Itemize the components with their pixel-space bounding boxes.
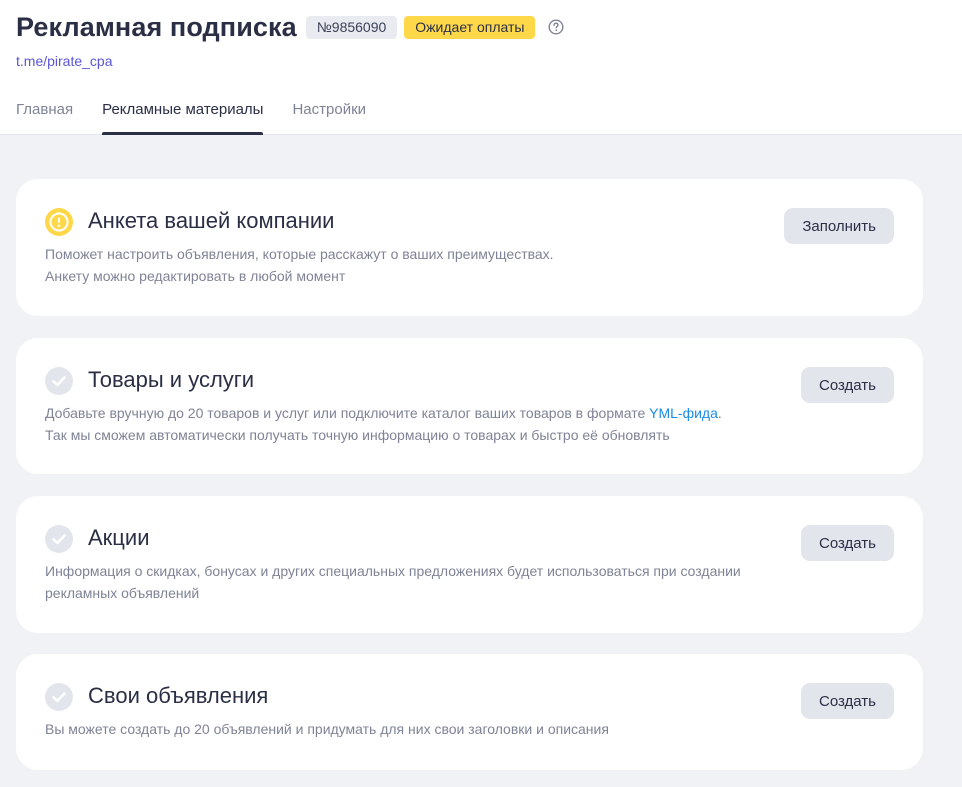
- tab-settings[interactable]: Настройки: [292, 101, 366, 135]
- tab-ad-materials[interactable]: Рекламные материалы: [102, 101, 264, 135]
- create-ads-button[interactable]: Создать: [800, 683, 894, 719]
- card-description-line: Так мы сможем автоматически получать точ…: [45, 427, 670, 443]
- card-description-line: Информация о скидках, бонусах и других с…: [45, 563, 741, 579]
- tab-main[interactable]: Главная: [16, 101, 73, 135]
- check-icon: [45, 525, 73, 553]
- card-title: Акции: [88, 525, 150, 550]
- card-description: Вы можете создать до 20 объявлений и при…: [45, 718, 785, 740]
- card-description-line: Поможет настроить объявления, которые ра…: [45, 246, 554, 262]
- title-row: Рекламная подписка №9856090 Ожидает опла…: [16, 10, 564, 44]
- page-header: Рекламная подписка №9856090 Ожидает опла…: [0, 0, 962, 135]
- card-description: Информация о скидках, бонусах и других с…: [45, 560, 785, 604]
- check-icon: [45, 683, 73, 711]
- card-description: Поможет настроить объявления, которые ра…: [45, 243, 785, 287]
- fill-button[interactable]: Заполнить: [784, 208, 894, 244]
- check-icon: [45, 367, 73, 395]
- description-text: .: [717, 405, 722, 421]
- card-company-profile: Анкета вашей компании Поможет настроить …: [16, 179, 923, 316]
- status-badge: Ожидает оплаты: [404, 15, 536, 39]
- help-icon[interactable]: [548, 19, 564, 35]
- card-promotions: Акции Информация о скидках, бонусах и др…: [16, 496, 923, 633]
- warning-icon: [45, 208, 73, 236]
- card-description: Добавьте вручную до 20 товаров и услуг и…: [45, 402, 785, 446]
- card-own-ads: Свои объявления Вы можете создать до 20 …: [16, 654, 923, 770]
- card-title: Свои объявления: [88, 683, 269, 708]
- card-description-line: Анкету можно редактировать в любой момен…: [45, 268, 346, 284]
- card-products-services: Товары и услуги Добавьте вручную до 20 т…: [16, 338, 923, 474]
- tab-bar: Главная Рекламные материалы Настройки: [16, 101, 395, 135]
- card-description-line: Добавьте вручную до 20 товаров и услуг и…: [45, 402, 785, 424]
- subscription-id-badge: №9856090: [305, 15, 398, 39]
- card-description-line: рекламных объявлений: [45, 585, 200, 601]
- card-title: Товары и услуги: [88, 367, 255, 392]
- channel-link[interactable]: t.me/pirate_cpa: [16, 53, 113, 69]
- yml-feed-link[interactable]: YML-фида: [649, 405, 718, 421]
- card-description-line: Вы можете создать до 20 объявлений и при…: [45, 721, 609, 737]
- card-title: Анкета вашей компании: [88, 208, 335, 233]
- description-text: Добавьте вручную до 20 товаров и услуг и…: [45, 405, 650, 421]
- page-title: Рекламная подписка: [16, 11, 297, 42]
- create-promotions-button[interactable]: Создать: [800, 525, 894, 561]
- create-products-button[interactable]: Создать: [800, 367, 894, 403]
